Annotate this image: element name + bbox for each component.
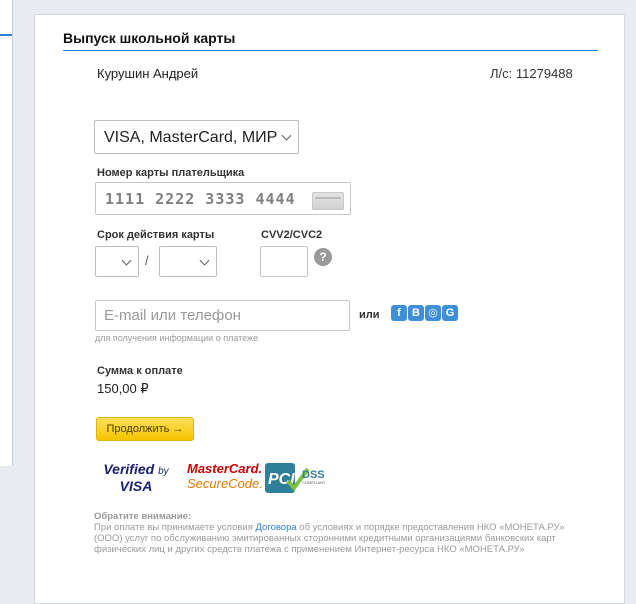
mc-logo-bottom: SecureCode. [187,476,263,491]
verified-by-visa-logo: Verified by VISA [103,462,169,494]
bank-card-icon [312,192,344,210]
cvv-help-button[interactable]: ? [314,248,332,266]
notice-title: Обратите внимание: [94,511,192,522]
chevron-down-icon [121,255,132,266]
mastercard-securecode-logo: MasterCard. SecureCode. [187,461,263,492]
compliant-logo-text: COMPLIANT [302,480,326,485]
cvv-label: CVV2/CVC2 [261,229,323,241]
notice-block: Обратите внимание: При оплате вы принима… [94,511,574,555]
notice-text-start: При оплате вы принимаете условия [94,522,256,533]
odnoklassniki-icon[interactable]: ◎ [425,305,441,321]
visa-logo-brand: VISA [119,478,153,494]
mc-logo-top: MasterCard. [187,461,263,476]
payment-method-value: VISA, MasterCard, МИР [104,129,278,146]
left-panel-accent-line [0,34,12,36]
or-label: или [359,309,380,321]
visa-logo-by: by [158,466,169,477]
contract-link[interactable]: Договора [256,522,297,533]
expiry-separator: / [145,253,149,268]
expiry-year-select[interactable] [159,246,217,277]
payment-card-panel: Выпуск школьной карты Курушин Андрей Л/с… [34,14,625,604]
card-number-label: Номер карты плательщика [97,167,245,179]
expiry-month-select[interactable] [95,246,139,277]
facebook-icon[interactable]: f [391,305,407,321]
expiry-label: Срок действия карты [97,229,215,241]
payment-method-select[interactable]: VISA, MasterCard, МИР [94,120,299,154]
pci-dss-logo: PCI DSS COMPLIANT [265,463,326,493]
contact-hint: для получения информации о платеже [95,333,259,343]
left-side-panel [0,0,13,466]
contact-input[interactable] [95,300,350,331]
visa-logo-text: Verified [103,461,155,477]
account-number: Л/с: 11279488 [490,66,573,81]
payer-name: Курушин Андрей [97,66,199,81]
amount-label: Сумма к оплате [97,365,183,377]
title-divider [63,50,598,51]
card-number-field[interactable]: 1111 2222 3333 4444 [95,182,351,215]
page-title: Выпуск школьной карты [63,30,236,46]
amount-value: 150,00 ₽ [97,381,149,396]
google-icon[interactable]: G [442,305,458,321]
continue-button[interactable]: Продолжить → [96,417,194,441]
chevron-down-icon [281,130,292,141]
card-number-value: 1111 2222 3333 4444 [105,190,296,208]
vk-icon[interactable]: В [408,305,424,321]
chevron-down-icon [199,255,210,266]
cvv-field[interactable] [260,246,308,277]
